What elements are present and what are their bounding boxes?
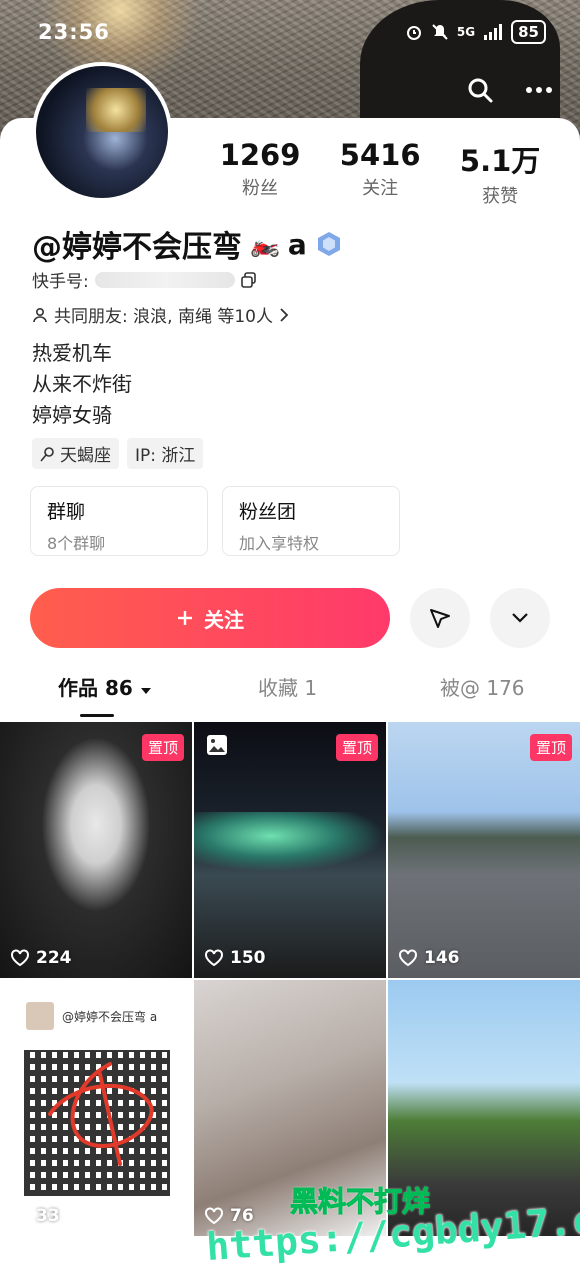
- plus-icon: [178, 611, 192, 625]
- stat-value: 1269: [219, 138, 301, 172]
- send-icon: [430, 609, 450, 628]
- profile-tags: 天蝎座 IP: 浙江: [32, 438, 204, 469]
- bridge-lights: [194, 812, 386, 872]
- qr-card-user: @婷婷不会压弯 a: [26, 1002, 157, 1030]
- tag-label: IP: 浙江: [135, 446, 196, 466]
- more-options-button[interactable]: [490, 588, 550, 648]
- id-label: 快手号:: [32, 272, 89, 292]
- tag-ip: IP: 浙江: [127, 438, 204, 469]
- status-bar: 23:56 5G 85: [0, 18, 580, 52]
- photo-icon: [207, 735, 227, 755]
- chevron-right-icon: [280, 307, 289, 322]
- alarm-icon: [406, 26, 421, 40]
- status-icons: 5G 85: [405, 20, 546, 44]
- group-chat-entry[interactable]: 群聊 8个群聊: [30, 486, 208, 556]
- bio-line: 从来不炸街: [32, 372, 132, 396]
- tab-works[interactable]: 作品 86: [58, 672, 152, 701]
- id-value-blurred: [94, 271, 235, 288]
- person-icon: [33, 307, 47, 322]
- entry-subtitle: 8个群聊: [47, 534, 106, 553]
- profile-page: 23:56 5G 85 1269 粉丝 5416 关注 5.1万 获赞 @婷婷不: [0, 0, 580, 1280]
- avatar[interactable]: [32, 62, 172, 202]
- nickname-row: @婷婷不会压弯 🏍️ a: [32, 222, 343, 266]
- mini-avatar: [26, 1002, 54, 1030]
- avatar-light: [86, 88, 146, 132]
- battery-level: 85: [511, 20, 546, 44]
- like-count: 150: [204, 948, 266, 968]
- top-actions: [466, 76, 554, 104]
- caret-down-icon: [140, 688, 151, 694]
- fan-club-entry[interactable]: 粉丝团 加入享特权: [222, 486, 400, 556]
- work-item[interactable]: @婷婷不会压弯 a 33: [0, 980, 192, 1236]
- share-button[interactable]: [410, 588, 470, 648]
- like-count-value: 150: [230, 948, 266, 968]
- like-count: 224: [10, 948, 72, 968]
- mutual-friends[interactable]: 共同朋友: 浪浪, 南绳 等10人: [32, 302, 289, 327]
- stat-value: 5416: [339, 138, 421, 172]
- entry-title: 群聊: [47, 501, 86, 523]
- stat-label: 关注: [362, 178, 399, 199]
- bio-line: 婷婷女骑: [32, 403, 112, 427]
- work-item[interactable]: 置顶 146: [388, 722, 580, 978]
- red-scribble: [48, 1062, 154, 1166]
- stat-value: 5.1万: [459, 144, 541, 178]
- nickname: @婷婷不会压弯: [32, 230, 242, 265]
- more-icon[interactable]: [524, 76, 554, 104]
- signal-icon: [484, 24, 503, 40]
- bio: 热爱机车 从来不炸街 婷婷女骑: [32, 338, 132, 431]
- like-count: 146: [398, 948, 460, 968]
- entry-cards: 群聊 8个群聊 粉丝团 加入享特权: [30, 486, 400, 556]
- heart-icon: [205, 1207, 223, 1225]
- profile-stats: 1269 粉丝 5416 关注 5.1万 获赞: [200, 138, 560, 208]
- like-count: 33: [10, 1206, 60, 1226]
- qr-card-name: @婷婷不会压弯 a: [62, 1009, 158, 1024]
- tag-label: 天蝎座: [60, 446, 111, 466]
- like-count-value: 224: [36, 948, 72, 968]
- tab-collections[interactable]: 收藏 1: [258, 672, 317, 701]
- stat-likes[interactable]: 5.1万 获赞: [460, 138, 540, 208]
- search-icon[interactable]: [466, 76, 494, 104]
- bio-line: 热爱机车: [32, 341, 112, 365]
- stat-following[interactable]: 5416 关注: [340, 138, 421, 208]
- work-item[interactable]: 置顶 224: [0, 722, 192, 978]
- heart-icon: [205, 949, 223, 967]
- copy-icon[interactable]: [240, 271, 257, 288]
- heart-icon: [399, 949, 417, 967]
- tab-underline: [80, 714, 114, 717]
- chevron-down-icon: [512, 613, 528, 623]
- follow-label: 关注: [204, 607, 244, 632]
- zodiac-icon: [40, 446, 54, 462]
- pinned-badge: 置顶: [529, 734, 572, 761]
- entry-subtitle: 加入享特权: [239, 534, 320, 553]
- heart-icon: [11, 949, 29, 967]
- mutual-friends-text: 共同朋友: 浪浪, 南绳 等10人: [54, 307, 273, 327]
- tab-label: 作品 86: [58, 676, 133, 700]
- tag-zodiac: 天蝎座: [32, 438, 119, 469]
- like-count-value: 146: [424, 948, 460, 968]
- network-label: 5G: [456, 25, 476, 39]
- entry-title: 粉丝团: [239, 501, 297, 523]
- motorcycle-emoji: 🏍️: [250, 230, 280, 258]
- tab-mentioned[interactable]: 被@ 176: [440, 672, 525, 701]
- follow-button[interactable]: 关注: [30, 588, 390, 648]
- content-tabs: 作品 86 收藏 1 被@ 176: [0, 672, 580, 717]
- work-item[interactable]: 置顶 150: [194, 722, 386, 978]
- mute-icon: [432, 24, 448, 40]
- stat-label: 获赞: [482, 186, 519, 207]
- stat-followers[interactable]: 1269 粉丝: [220, 138, 301, 208]
- pinned-badge: 置顶: [335, 734, 378, 761]
- kuaishou-id: 快手号:: [32, 267, 257, 292]
- heart-icon: [11, 1207, 29, 1225]
- stat-label: 粉丝: [242, 178, 279, 199]
- works-grid: 置顶 224 置顶 150 置顶 146 @婷婷不会压弯 a 33 76: [0, 722, 580, 1236]
- status-time: 23:56: [38, 20, 110, 44]
- verified-badge-icon[interactable]: [315, 230, 343, 258]
- nickname-suffix: a: [287, 227, 307, 261]
- pinned-badge: 置顶: [141, 734, 184, 761]
- like-count-value: 33: [36, 1206, 60, 1226]
